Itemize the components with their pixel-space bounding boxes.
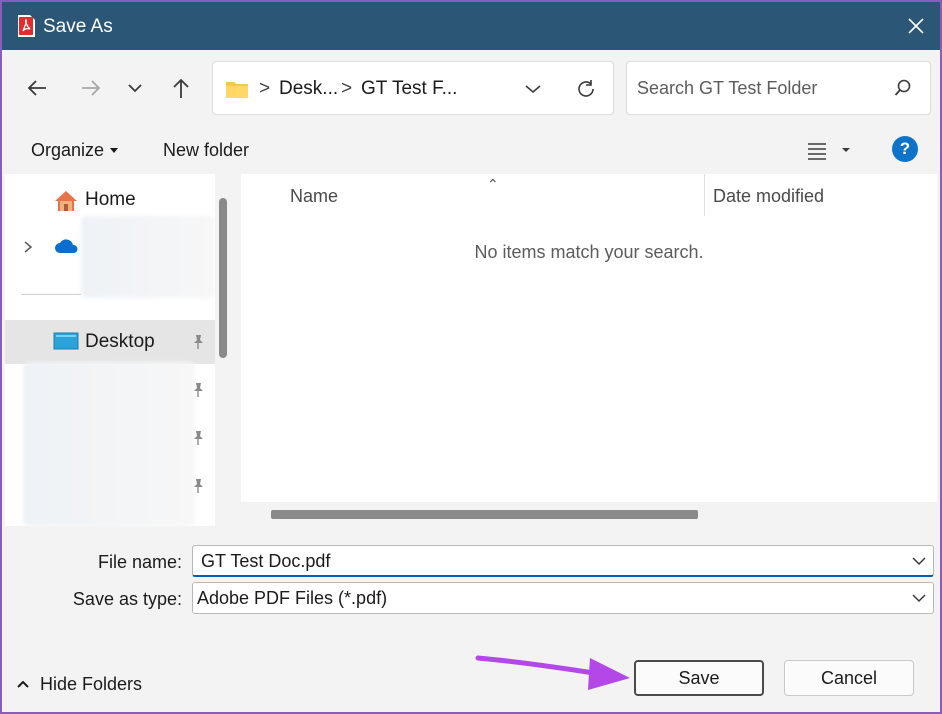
refresh-icon <box>578 80 594 97</box>
pin-icon <box>194 335 203 349</box>
chevron-right-icon <box>24 241 33 253</box>
close-icon <box>908 18 924 34</box>
address-row: > Desk... > GT Test F... <box>2 50 940 126</box>
refresh-button[interactable] <box>571 74 601 104</box>
browser-content: Home Desktop ⌃ Name Date modified No ite… <box>5 174 937 526</box>
organize-menu[interactable]: Organize <box>31 140 104 161</box>
breadcrumb-current-folder[interactable]: GT Test F... <box>361 78 457 100</box>
horizontal-scrollbar[interactable] <box>271 510 698 519</box>
save-as-type-value: Adobe PDF Files (*.pdf) <box>197 588 388 608</box>
chevron-up-icon <box>17 680 29 688</box>
arrow-left-icon <box>27 80 46 96</box>
pin-icon <box>194 479 203 493</box>
column-divider[interactable] <box>704 174 705 216</box>
redacted-account-name <box>81 216 215 298</box>
hide-folders-label: Hide Folders <box>40 673 143 694</box>
recent-locations-button[interactable] <box>120 70 150 106</box>
command-bar: Organize New folder ? <box>2 126 940 174</box>
home-icon <box>55 191 77 211</box>
close-button[interactable] <box>898 8 934 44</box>
dialog-footer: Hide Folders Save Cancel <box>2 626 940 712</box>
help-button[interactable]: ? <box>892 136 918 162</box>
help-icon: ? <box>899 139 911 158</box>
save-button[interactable]: Save <box>634 660 764 696</box>
column-header-date-modified[interactable]: Date modified <box>713 186 824 207</box>
hide-folders-button[interactable]: Hide Folders <box>16 670 142 698</box>
onedrive-cloud-icon <box>55 239 78 253</box>
file-name-label: File name: <box>97 552 182 572</box>
view-options-button[interactable] <box>806 136 858 164</box>
pin-icon <box>194 383 203 397</box>
column-header-name[interactable]: Name <box>290 186 338 207</box>
caret-down-icon <box>110 148 118 153</box>
navigation-pane: Home Desktop <box>5 174 215 526</box>
nav-item-desktop[interactable]: Desktop <box>5 320 215 364</box>
cancel-button[interactable]: Cancel <box>784 660 914 696</box>
title-bar: Save As <box>2 2 940 50</box>
file-name-field[interactable] <box>192 545 934 577</box>
redacted-pinned-folders <box>23 362 195 526</box>
chevron-down-icon <box>525 85 541 94</box>
breadcrumb-separator: > <box>341 78 353 99</box>
breadcrumb-desktop[interactable]: Desk... <box>279 78 338 100</box>
horizontal-scrollbar-track[interactable] <box>241 502 937 526</box>
save-as-dialog: Save As > Desk... > GT Test F... Search … <box>0 0 942 714</box>
list-view-icon <box>808 143 850 160</box>
back-button[interactable] <box>22 70 52 106</box>
breadcrumb-separator: > <box>259 78 271 99</box>
folder-icon <box>226 82 248 98</box>
search-box[interactable] <box>626 61 931 115</box>
search-icon <box>894 79 911 96</box>
new-folder-button[interactable]: New folder <box>163 140 249 161</box>
file-list: ⌃ Name Date modified No items match your… <box>241 174 937 526</box>
save-form: File name: Save as type: Adobe PDF Files… <box>2 526 940 626</box>
pin-icon <box>194 431 203 445</box>
forward-button[interactable] <box>76 70 106 106</box>
search-input[interactable] <box>637 74 877 102</box>
file-name-input[interactable] <box>201 548 891 574</box>
arrow-right-icon <box>82 80 101 96</box>
nav-item-onedrive[interactable] <box>5 216 215 298</box>
chevron-down-icon <box>128 84 142 93</box>
nav-item-label: Desktop <box>85 331 155 352</box>
up-button[interactable] <box>166 70 196 106</box>
empty-state-message: No items match your search. <box>474 242 704 262</box>
desktop-icon <box>53 332 79 350</box>
save-as-type-select[interactable]: Adobe PDF Files (*.pdf) <box>192 582 934 614</box>
chevron-down-icon[interactable] <box>911 552 927 570</box>
sort-ascending-icon: ⌃ <box>487 176 499 192</box>
window-title: Save As <box>43 16 113 37</box>
nav-item-label: Home <box>85 189 136 210</box>
address-bar[interactable]: > Desk... > GT Test F... <box>212 61 614 115</box>
navigation-pane-scrollbar[interactable] <box>219 198 227 358</box>
save-as-type-label: Save as type: <box>72 589 182 609</box>
chevron-down-icon <box>912 594 926 603</box>
arrow-up-icon <box>173 78 189 98</box>
address-history-dropdown[interactable] <box>519 76 547 102</box>
acrobat-pdf-icon <box>18 15 35 37</box>
nav-divider <box>21 294 81 295</box>
